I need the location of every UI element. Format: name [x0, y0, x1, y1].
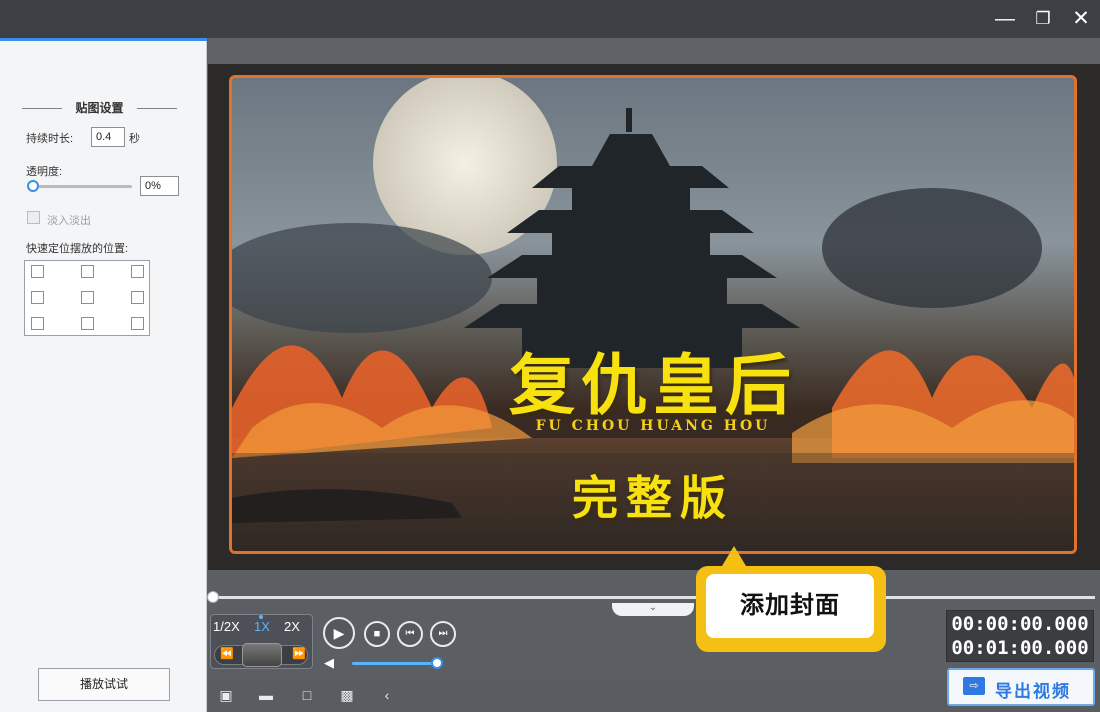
position-label: 快速定位摆放的位置:: [26, 243, 129, 255]
current-time: 00:00:00.000: [951, 613, 1089, 635]
duration-unit: 秒: [129, 133, 140, 145]
close-icon[interactable]: ✕: [1066, 6, 1096, 32]
volume-slider-thumb[interactable]: [431, 657, 443, 669]
position-bottom-center-checkbox[interactable]: [81, 317, 94, 330]
timeline-playhead[interactable]: [207, 591, 219, 603]
position-top-left-checkbox[interactable]: [31, 265, 44, 278]
speed-half[interactable]: 1/2X: [213, 619, 240, 634]
section-header: 贴图设置: [22, 100, 177, 116]
film-icon[interactable]: ▣: [215, 684, 237, 706]
opacity-input[interactable]: 0%: [140, 176, 179, 196]
next-frame-button[interactable]: ⏭: [430, 621, 456, 647]
cover-edition: 完整版: [572, 471, 734, 525]
preview-top-strip: [208, 38, 1100, 64]
restore-icon[interactable]: ❐: [1028, 6, 1058, 32]
volume-icon[interactable]: ◀: [324, 655, 334, 671]
panel-accent-bar: [0, 38, 207, 41]
fade-checkbox[interactable]: [27, 211, 40, 224]
divider: [137, 108, 177, 109]
position-bottom-left-checkbox[interactable]: [31, 317, 44, 330]
speed-1x[interactable]: 1X: [254, 619, 270, 634]
position-top-right-checkbox[interactable]: [131, 265, 144, 278]
opacity-slider-thumb[interactable]: [27, 180, 39, 192]
fast-forward-icon[interactable]: ⏩: [292, 647, 306, 660]
previous-frame-button[interactable]: ⏮: [397, 621, 423, 647]
position-center-checkbox[interactable]: [81, 291, 94, 304]
total-time: 00:01:00.000: [951, 637, 1089, 659]
callout-pointer: [722, 546, 746, 566]
share-icon[interactable]: ‹: [376, 684, 398, 706]
open-folder-icon[interactable]: ▬: [255, 684, 277, 706]
position-top-center-checkbox[interactable]: [81, 265, 94, 278]
video-preview-frame: 复仇皇后 FU CHOU HUANG HOU 完整版: [229, 75, 1077, 554]
timeline-track[interactable]: [213, 596, 1095, 599]
minimize-icon[interactable]: —: [990, 6, 1020, 32]
play-button[interactable]: ▶: [323, 617, 355, 649]
speed-indicator: [259, 615, 263, 619]
opacity-slider-track[interactable]: [32, 185, 132, 188]
speed-2x[interactable]: 2X: [284, 619, 300, 634]
add-cover-label[interactable]: 添加封面: [706, 574, 874, 638]
cover-title: 复仇皇后: [509, 347, 797, 424]
export-video-label: 导出视频: [995, 682, 1071, 701]
duration-input[interactable]: 0.4: [91, 127, 125, 147]
position-middle-right-checkbox[interactable]: [131, 291, 144, 304]
save-as-icon[interactable]: ▩: [336, 684, 358, 706]
opacity-label: 透明度:: [26, 166, 63, 178]
cover-subtitle: FU CHOU HUANG HOU: [535, 418, 771, 434]
title-bar: [0, 0, 1100, 38]
volume-slider[interactable]: [352, 662, 436, 665]
stop-button[interactable]: ■: [364, 621, 390, 647]
chevron-down-icon[interactable]: ⌄: [645, 601, 661, 615]
position-bottom-right-checkbox[interactable]: [131, 317, 144, 330]
trial-play-button[interactable]: 播放试试: [38, 668, 170, 701]
export-icon: ⇨: [963, 677, 985, 695]
position-middle-left-checkbox[interactable]: [31, 291, 44, 304]
save-icon[interactable]: □: [296, 684, 318, 706]
duration-label: 持续时长:: [26, 133, 74, 145]
speed-slider-thumb[interactable]: [242, 643, 282, 667]
fade-label: 淡入淡出: [47, 215, 91, 227]
rewind-icon[interactable]: ⏪: [220, 647, 234, 660]
